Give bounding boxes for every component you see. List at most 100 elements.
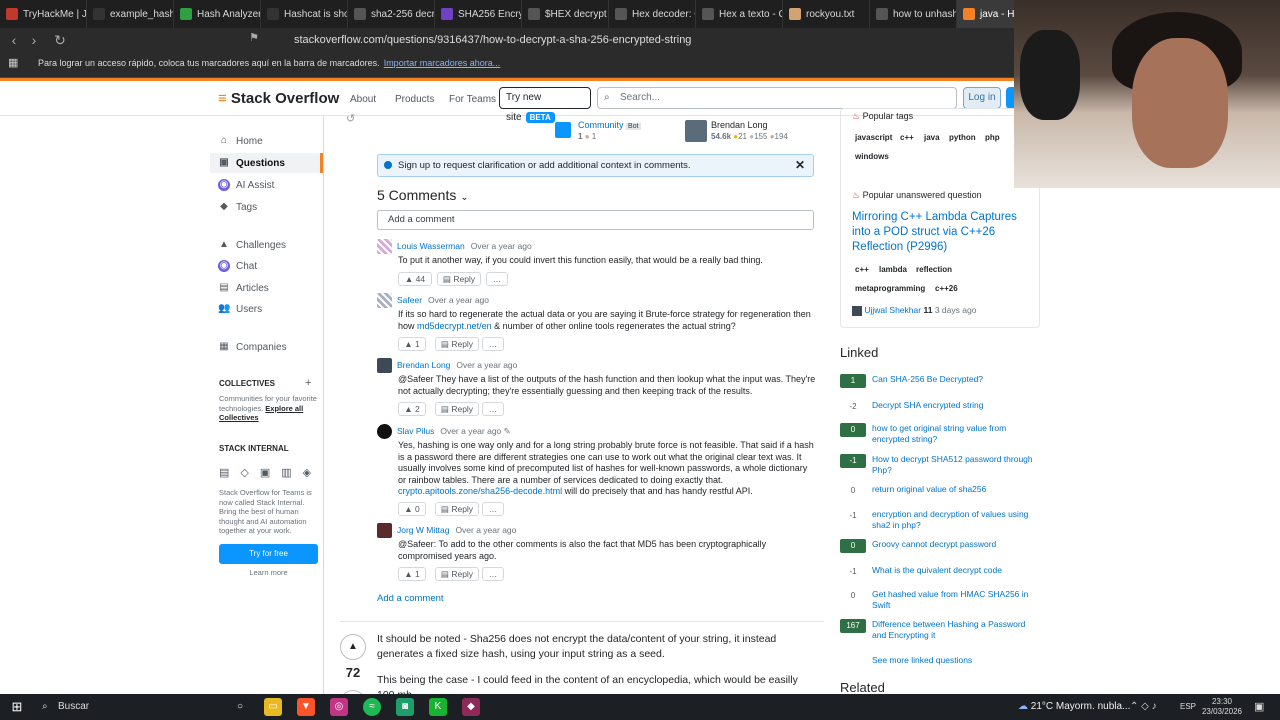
taskbar-search[interactable]: ⌕ Buscar	[38, 694, 218, 720]
language-indicator[interactable]: ESP	[1180, 694, 1196, 720]
close-icon[interactable]: ✕	[795, 155, 805, 176]
tag-python[interactable]: python	[946, 130, 979, 145]
apps-icon[interactable]: ▦	[8, 52, 18, 74]
browser-tab[interactable]: Hashcat is show	[261, 0, 348, 28]
browser-tab[interactable]: sha2-256 decry	[348, 0, 435, 28]
reload-icon[interactable]: ↻	[50, 32, 70, 49]
history-icon[interactable]: ↺	[346, 112, 355, 125]
comment-author[interactable]: Louis Wasserman Over a year ago	[397, 241, 532, 251]
chevron-down-icon[interactable]: ⌄	[460, 192, 468, 203]
sidebar-item-companies[interactable]: ▦ Companies	[218, 341, 286, 353]
login-button[interactable]: Log in	[963, 87, 1001, 109]
comment-upvote-button[interactable]: ▲ 44	[398, 272, 432, 286]
sidebar-item-questions[interactable]: ▣ Questions	[218, 157, 285, 169]
sidebar-item-home[interactable]: ⌂ Home	[218, 135, 263, 147]
reply-button[interactable]: ▤ Reply	[435, 567, 479, 581]
comment-link[interactable]: crypto.apitools.zone/sha256-decode.html	[398, 486, 562, 496]
windows-start-icon[interactable]: ⊞	[8, 698, 26, 716]
avatar[interactable]	[377, 424, 392, 439]
browser-tab[interactable]: SHA256 Encryp	[435, 0, 522, 28]
app-icon[interactable]: ◙	[396, 698, 414, 716]
tag-cpp[interactable]: c++	[852, 262, 872, 277]
sidebar-item-articles[interactable]: ▤ Articles	[218, 282, 269, 294]
linked-question-link[interactable]: Can SHA-256 Be Decrypted?	[872, 374, 1038, 385]
more-options-button[interactable]: …	[486, 272, 508, 286]
sidebar-item-users[interactable]: 👥 Users	[218, 303, 262, 315]
browser-tab[interactable]: TryHackMe | Jo	[0, 0, 87, 28]
nav-products[interactable]: Products	[395, 94, 434, 105]
linked-question-link[interactable]: What is the quivalent decrypt code	[872, 565, 1038, 576]
bookmark-icon[interactable]: ⚑	[244, 31, 264, 44]
comment-author[interactable]: Safeer Over a year ago	[397, 295, 489, 305]
nav-for-teams[interactable]: For Teams	[449, 94, 496, 105]
add-comment-input[interactable]: Add a comment	[377, 210, 814, 230]
community-avatar[interactable]	[555, 122, 571, 138]
community-user[interactable]: Community Bot	[578, 120, 641, 130]
avatar[interactable]	[377, 523, 392, 538]
linked-question-link[interactable]: Get hashed value from HMAC SHA256 in Swi…	[872, 589, 1038, 611]
weather-widget[interactable]: ☁ 21°C Mayorm. nubla...	[1018, 694, 1130, 720]
clock[interactable]: 23:30 23/03/2026	[1200, 697, 1244, 717]
avatar[interactable]	[377, 293, 392, 308]
see-more-linked-link[interactable]: See more linked questions	[872, 655, 972, 665]
so-logo[interactable]: ≡ Stack Overflow	[218, 90, 339, 107]
upvote-button[interactable]: ▲	[340, 634, 366, 660]
comment-author[interactable]: Brendan Long Over a year ago	[397, 360, 517, 370]
sidebar-item-tags[interactable]: ◆ Tags	[218, 201, 257, 213]
tag-php[interactable]: php	[982, 130, 1003, 145]
tag-javascript[interactable]: javascript	[852, 130, 896, 145]
add-comment-link[interactable]: Add a comment	[377, 593, 444, 604]
reply-button[interactable]: ▤ Reply	[437, 272, 481, 286]
try-for-free-button[interactable]: Try for free	[219, 544, 318, 564]
linked-question-link[interactable]: Difference between Hashing a Password an…	[872, 619, 1038, 641]
comment-link[interactable]: md5decrypt.net/en	[417, 321, 492, 331]
comment-upvote-button[interactable]: ▲ 1	[398, 337, 426, 351]
comment-upvote-button[interactable]: ▲ 1	[398, 567, 426, 581]
browser-tab[interactable]: Hex decoder: C	[609, 0, 696, 28]
avatar[interactable]	[377, 358, 392, 373]
linked-question-link[interactable]: Decrypt SHA encrypted string	[872, 400, 1038, 411]
learn-more-link[interactable]: Learn more	[219, 568, 318, 577]
browser-tab[interactable]: $HEX decrypt	[522, 0, 609, 28]
more-options-button[interactable]: …	[482, 337, 504, 351]
try-new-site-button[interactable]: Try new site BETA	[499, 87, 591, 123]
tag-reflection[interactable]: reflection	[913, 262, 956, 277]
search-input[interactable]: ⌕ Search...	[597, 87, 957, 109]
comment-author[interactable]: Jorg W Mittag Over a year ago	[397, 525, 516, 535]
browser-tab[interactable]: rockyou.txt	[783, 0, 870, 28]
tag-metaprogramming[interactable]: metaprogramming	[852, 281, 929, 296]
back-icon[interactable]: ‹	[4, 32, 24, 48]
sidebar-item-challenges[interactable]: ▲ Challenges	[218, 239, 286, 251]
task-view-icon[interactable]: ○	[231, 698, 249, 716]
forward-icon[interactable]: ›	[24, 32, 44, 48]
tag-cpp[interactable]: c++	[897, 130, 917, 145]
app-icon[interactable]: K	[429, 698, 447, 716]
tag-cpp26[interactable]: c++26	[932, 281, 961, 296]
more-options-button[interactable]: …	[482, 567, 504, 581]
browser-tab[interactable]: Hash Analyzer	[174, 0, 261, 28]
reply-button[interactable]: ▤ Reply	[435, 337, 479, 351]
linked-question-link[interactable]: Groovy cannot decrypt password	[872, 539, 1038, 550]
editor-avatar[interactable]	[685, 120, 707, 142]
reply-button[interactable]: ▤ Reply	[435, 402, 479, 416]
add-collective-icon[interactable]: +	[305, 377, 311, 389]
avatar[interactable]	[377, 239, 392, 254]
comment-upvote-button[interactable]: ▲ 2	[398, 402, 426, 416]
tag-java[interactable]: java	[921, 130, 943, 145]
comments-title[interactable]: 5 Comments ⌄	[377, 187, 469, 203]
tag-windows[interactable]: windows	[852, 149, 892, 164]
more-options-button[interactable]: …	[482, 502, 504, 516]
linked-question-link[interactable]: encryption and decryption of values usin…	[872, 509, 1038, 531]
nav-about[interactable]: About	[350, 94, 376, 105]
browser-tab[interactable]: Hex a texto - C	[696, 0, 783, 28]
import-bookmarks-link[interactable]: Importar marcadores ahora...	[384, 58, 501, 68]
linked-question-link[interactable]: How to decrypt SHA512 password through P…	[872, 454, 1038, 476]
sidebar-item-ai-assist[interactable]: ◉ AI Assist	[218, 179, 274, 191]
comment-upvote-button[interactable]: ▲ 0	[398, 502, 426, 516]
browser-tab[interactable]: how to unhash	[870, 0, 957, 28]
linked-question-link[interactable]: return original value of sha256	[872, 484, 1038, 495]
more-options-button[interactable]: …	[482, 402, 504, 416]
sidebar-item-chat[interactable]: ◉ Chat	[218, 260, 257, 272]
brave-icon[interactable]: ▼	[297, 698, 315, 716]
spotify-icon[interactable]: ≈	[363, 698, 381, 716]
